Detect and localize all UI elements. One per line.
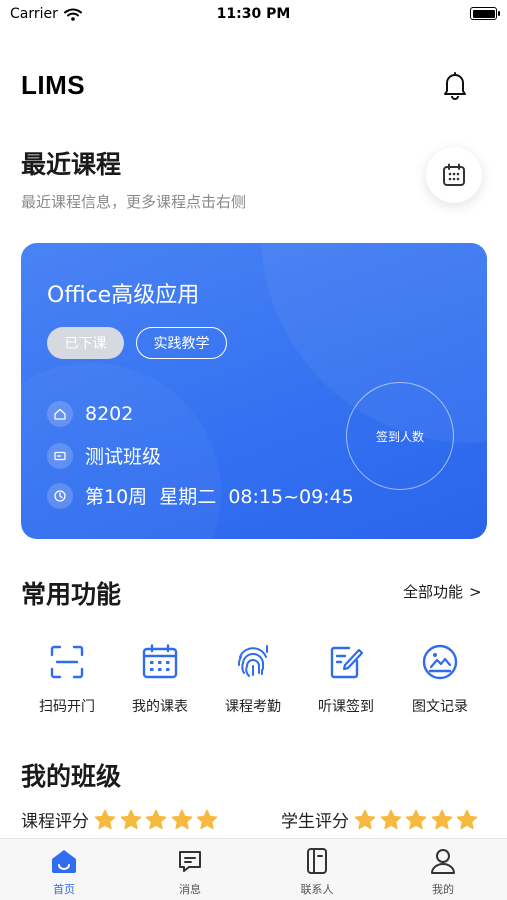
course-room: 8202	[85, 403, 134, 425]
course-time-row: 第10周 星期二 08:15~09:45	[47, 482, 354, 509]
course-card[interactable]: Office高级应用 已下课 实践教学 8202 测试班级 第10周 星期二 0…	[21, 243, 487, 539]
course-rating-stars	[93, 808, 221, 832]
star-icon	[196, 809, 218, 829]
tab-label: 联系人	[300, 883, 334, 896]
calendar-icon	[443, 163, 465, 186]
fingerprint-icon	[233, 642, 273, 682]
home-icon	[47, 401, 73, 427]
course-schedule: 第10周 星期二 08:15~09:45	[85, 486, 354, 508]
star-icon	[145, 809, 167, 829]
star-icon	[120, 809, 141, 829]
bell-icon	[444, 72, 466, 100]
tab-label: 消息	[179, 883, 201, 896]
contacts-icon	[303, 847, 331, 875]
feature-label: 扫码开门	[39, 699, 95, 715]
course-rating: 课程评分	[21, 807, 221, 832]
tab-messages[interactable]: 消息	[145, 847, 235, 897]
all-features-label: 全部功能	[403, 583, 464, 601]
course-class: 测试班级	[85, 446, 162, 468]
feature-my-schedule[interactable]: 我的课表	[120, 642, 200, 716]
all-features-link[interactable]: 全部功能 >	[403, 581, 482, 602]
feature-image-record[interactable]: 图文记录	[400, 642, 480, 716]
course-status-tag: 已下课	[47, 327, 124, 359]
tab-label: 我的	[432, 883, 454, 896]
feature-scan-door[interactable]: 扫码开门	[27, 642, 107, 716]
scan-icon	[47, 642, 87, 682]
tab-label: 首页	[53, 883, 75, 896]
recent-courses-title: 最近课程	[21, 150, 122, 179]
battery-icon	[470, 7, 500, 20]
star-icon	[94, 809, 116, 829]
star-icon	[405, 809, 427, 829]
app-title: LIMS	[21, 70, 86, 100]
notification-button[interactable]	[438, 68, 472, 102]
star-icon	[431, 809, 452, 829]
clock-icon	[47, 482, 73, 509]
star-icon	[380, 809, 401, 829]
recent-courses-subtitle: 最近课程信息，更多课程点击右侧	[21, 193, 247, 211]
tab-contacts[interactable]: 联系人	[272, 847, 362, 897]
student-rating: 学生评分	[281, 807, 481, 832]
course-rating-label: 课程评分	[21, 812, 89, 832]
status-time: 11:30 PM	[216, 6, 291, 22]
signin-count-button[interactable]: 签到人数	[346, 382, 454, 490]
course-name: Office高级应用	[47, 283, 200, 308]
feature-label: 图文记录	[412, 699, 468, 715]
feature-attendance[interactable]: 课程考勤	[213, 642, 293, 716]
feature-lecture-signin[interactable]: 听课签到	[306, 642, 386, 716]
star-icon	[354, 809, 376, 829]
course-type-tag[interactable]: 实践教学	[136, 327, 227, 359]
home-icon	[50, 847, 78, 875]
feature-label: 课程考勤	[225, 699, 281, 715]
student-rating-label: 学生评分	[281, 812, 349, 832]
star-icon	[171, 809, 192, 829]
calendar-icon	[140, 642, 180, 682]
feature-label: 听课签到	[318, 699, 374, 715]
tab-home[interactable]: 首页	[19, 847, 109, 897]
star-icon	[456, 809, 478, 829]
course-class-row: 测试班级	[47, 442, 161, 469]
my-class-title: 我的班级	[21, 762, 122, 791]
chevron-right-icon: >	[469, 582, 482, 601]
features-title: 常用功能	[21, 580, 122, 609]
tab-bar: 首页 消息 联系人 我的	[0, 838, 507, 900]
signin-count-label: 签到人数	[375, 429, 424, 444]
status-bar: Carrier 11:30 PM	[0, 0, 507, 28]
message-icon	[176, 847, 204, 875]
profile-icon	[429, 847, 457, 875]
tab-profile[interactable]: 我的	[398, 847, 488, 897]
sign-edit-icon	[326, 642, 366, 682]
class-card-icon	[47, 442, 73, 469]
image-record-icon	[420, 642, 460, 682]
student-rating-stars	[353, 808, 481, 832]
course-room-row: 8202	[47, 401, 133, 427]
feature-label: 我的课表	[132, 699, 188, 715]
more-courses-button[interactable]	[426, 147, 482, 203]
